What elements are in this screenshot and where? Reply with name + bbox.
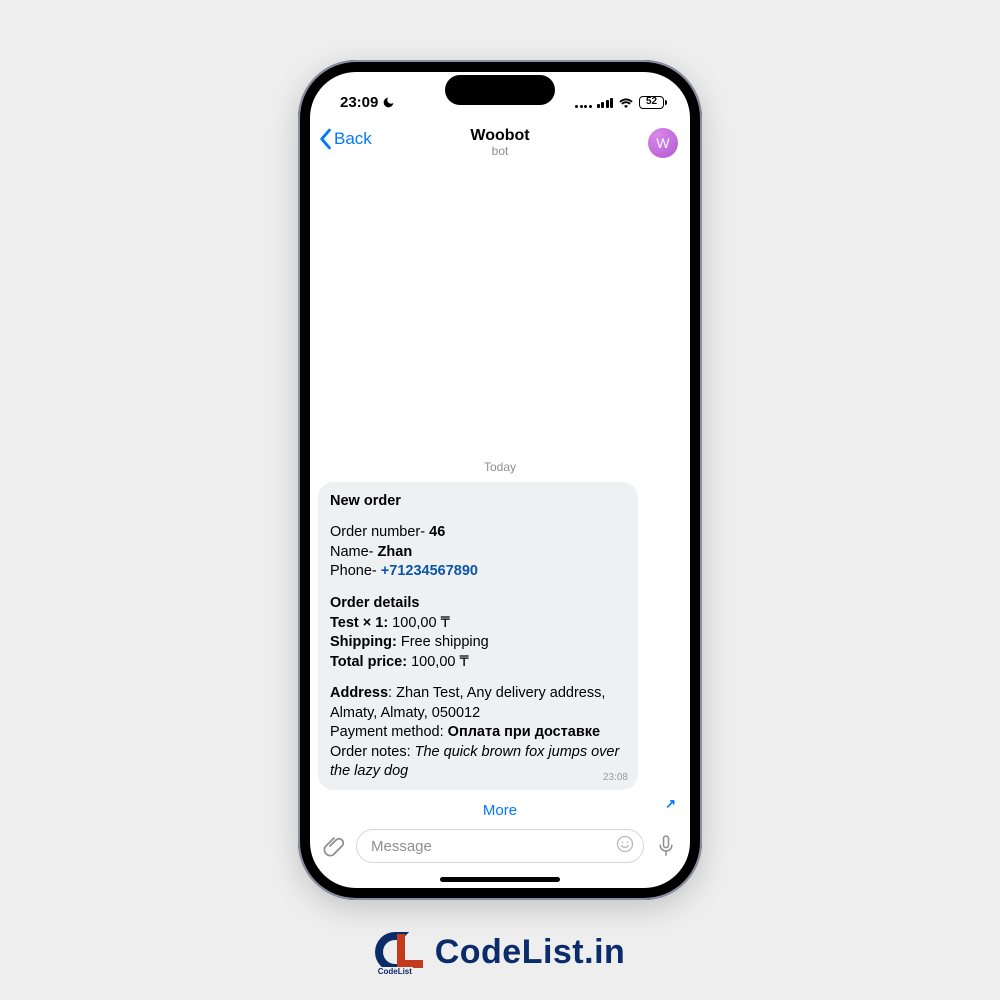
share-icon[interactable]: ↗ xyxy=(665,796,676,812)
status-time: 23:09 xyxy=(340,94,378,111)
phone-frame: 23:09 52 xyxy=(298,60,702,900)
message-input[interactable]: Message xyxy=(356,829,644,863)
line-notes: Order notes: The quick brown fox jumps o… xyxy=(330,743,626,782)
wifi-icon xyxy=(618,96,634,108)
attach-button[interactable] xyxy=(320,832,348,860)
status-right: 52 xyxy=(575,96,664,109)
chat-title-wrap[interactable]: Woobot bot xyxy=(470,127,529,158)
msg-title: New order xyxy=(330,493,401,509)
input-bar: Message xyxy=(310,821,690,875)
line-item: Test × 1: 100,00 ₸ xyxy=(330,614,626,634)
date-separator: Today xyxy=(318,460,682,474)
message-bubble[interactable]: New order Order number- 46 Name- Zhan Ph… xyxy=(318,482,638,790)
more-button[interactable]: More ↗ xyxy=(318,796,682,821)
chat-area[interactable]: Today New order Order number- 46 Name- Z… xyxy=(310,166,690,821)
footer-text: CodeList.in xyxy=(435,933,626,972)
cellular-signal-icon xyxy=(597,97,614,108)
battery-percent: 52 xyxy=(646,97,657,107)
home-indicator[interactable] xyxy=(440,877,560,882)
line-order-number: Order number- 46 xyxy=(330,523,626,543)
chat-subtitle: bot xyxy=(470,145,529,158)
avatar[interactable]: W xyxy=(648,128,678,158)
logo-tag: CodeList xyxy=(377,967,413,976)
status-left: 23:09 xyxy=(340,94,394,111)
order-details-label: Order details xyxy=(330,595,419,611)
line-address: Address: Zhan Test, Any delivery address… xyxy=(330,684,626,723)
line-phone: Phone- +71234567890 xyxy=(330,562,626,582)
sticker-icon[interactable] xyxy=(615,834,635,858)
chat-header: Back Woobot bot W xyxy=(310,120,690,166)
dynamic-island xyxy=(445,75,555,105)
back-button[interactable]: Back xyxy=(318,128,372,150)
line-total: Total price: 100,00 ₸ xyxy=(330,653,626,673)
mic-button[interactable] xyxy=(652,832,680,860)
line-name: Name- Zhan xyxy=(330,543,626,563)
cellular-dots-icon xyxy=(575,97,592,108)
battery-indicator: 52 xyxy=(639,96,664,109)
avatar-letter: W xyxy=(656,135,669,151)
codelist-mark-icon: CodeList xyxy=(375,932,427,972)
line-shipping: Shipping: Free shipping xyxy=(330,633,626,653)
chat-title: Woobot xyxy=(470,127,529,145)
more-label: More xyxy=(483,802,517,819)
message-placeholder: Message xyxy=(371,838,432,855)
footer-logo: CodeList CodeList.in xyxy=(0,932,1000,972)
message-time: 23:08 xyxy=(603,771,628,785)
phone-link[interactable]: +71234567890 xyxy=(381,563,478,579)
back-label: Back xyxy=(334,129,372,149)
screen: 23:09 52 xyxy=(310,72,690,888)
line-payment: Payment method: Оплата при доставке xyxy=(330,723,626,743)
do-not-disturb-icon xyxy=(382,96,394,108)
